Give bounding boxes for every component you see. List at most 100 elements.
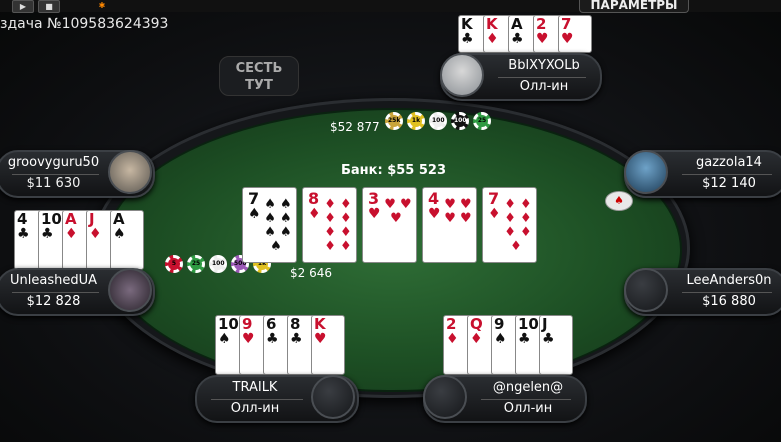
card-pips: ♠ ♠ ♠ ♠ ♠ ♠ ♠ (264, 197, 292, 254)
card-rank: 10 (218, 315, 239, 333)
card-rank: K (486, 15, 498, 33)
hand-id: здача №109583624393 (0, 16, 169, 32)
avatar-empty (311, 375, 355, 419)
card-rank: 10 (518, 315, 539, 333)
card-suit: ♥ (428, 206, 441, 222)
player-name: gazzola14 (696, 155, 762, 170)
avatar-emblem (108, 268, 152, 312)
player-stack: $12 828 (26, 294, 81, 309)
card-rank: 2 (536, 15, 547, 33)
hole-card: K ♥ (311, 315, 345, 375)
player-name: UnleashedUA (9, 273, 97, 288)
pot-label: Банк: $55 523 (341, 163, 447, 178)
player-stack: $11 630 (26, 176, 81, 191)
stop-icon[interactable]: ■ (38, 0, 60, 13)
hole-card: A ♠ (110, 210, 144, 270)
card-suit: ♣ (511, 31, 524, 47)
card-pips: ♥ ♥ ♥ ♥ (444, 197, 472, 226)
card-rank: J (89, 210, 95, 228)
card-suit: ♥ (561, 31, 574, 47)
card-suit: ♣ (17, 226, 30, 242)
card-suit: ♦ (488, 206, 501, 222)
card-suit: ♥ (242, 331, 255, 347)
card-rank: 4 (17, 210, 28, 228)
chip: 25 (473, 112, 491, 130)
card-suit: ♣ (290, 331, 303, 347)
card-rank: 8 (308, 189, 320, 208)
pod-divider (12, 174, 99, 175)
card-pips: ♦ ♦ ♦ ♦ ♦ ♦ ♦ ♦ (324, 197, 352, 254)
avatar-landscape (624, 150, 668, 194)
board-card: 8 ♦ ♦ ♦ ♦ ♦ ♦ ♦ ♦ ♦ (302, 187, 357, 263)
board-card: 4 ♥ ♥ ♥ ♥ ♥ (422, 187, 477, 263)
card-rank: J (542, 315, 548, 333)
pod-divider (682, 292, 772, 293)
card-rank: 10 (41, 210, 62, 228)
card-suit: ♥ (536, 31, 549, 47)
card-rank: 9 (494, 315, 505, 333)
chip: 25k (385, 112, 403, 130)
board-cards: 7 ♠ ♠ ♠ ♠ ♠ ♠ ♠ ♠ 8 ♦ ♦ ♦ ♦ ♦ ♦ ♦ ♦ ♦ 3 ♥ ♥ ♥ … (242, 187, 542, 263)
card-suit: ♥ (314, 331, 327, 347)
hole-card: J ♣ (539, 315, 573, 375)
avatar-photo (108, 150, 152, 194)
sit-here-line1: СЕСТЬ (235, 61, 283, 76)
player-name: TRAILK (232, 380, 278, 395)
card-suit: ♠ (113, 226, 126, 242)
board-card: 3 ♥ ♥ ♥ ♥ (362, 187, 417, 263)
player-status: Олл-ин (230, 401, 280, 416)
board-card: 7 ♠ ♠ ♠ ♠ ♠ ♠ ♠ ♠ (242, 187, 297, 263)
chip: 25 (187, 255, 205, 273)
sit-here-line2: ТУТ (245, 78, 273, 93)
card-suit: ♣ (41, 226, 54, 242)
chip: 100 (209, 255, 227, 273)
avatar-empty (423, 375, 467, 419)
player-name: LeeAnders0n (686, 273, 772, 288)
card-rank: 9 (242, 315, 253, 333)
card-suit: ♦ (89, 226, 102, 242)
gear-icon[interactable]: ✱ (92, 0, 112, 11)
bet-amount-top: $52 877 (330, 120, 380, 134)
player-name: BblXYXOLb (508, 58, 580, 73)
play-icon[interactable]: ▶ (12, 0, 34, 13)
player-stack: $16 880 (702, 294, 756, 309)
card-suit: ♦ (486, 31, 499, 47)
card-rank: K (461, 15, 473, 33)
card-rank: A (113, 210, 125, 228)
chip: 1k (407, 112, 425, 130)
card-suit: ♠ (494, 331, 507, 347)
card-rank: 7 (248, 189, 260, 208)
board-card: 7 ♦ ♦ ♦ ♦ ♦ ♦ ♦ ♦ (482, 187, 537, 263)
card-pips: ♥ ♥ ♥ (384, 197, 412, 226)
player-name: groovyguru50 (7, 155, 100, 170)
card-rank: Q (470, 315, 483, 333)
card-rank: 6 (266, 315, 277, 333)
card-suit: ♣ (266, 331, 279, 347)
pod-divider (682, 174, 772, 175)
card-rank: 7 (561, 15, 572, 33)
card-rank: A (65, 210, 77, 228)
pod-divider (12, 292, 99, 293)
pod-divider (481, 399, 571, 400)
player-stack: $12 140 (702, 176, 756, 191)
card-suit: ♣ (518, 331, 531, 347)
card-suit: ♠ (248, 206, 261, 222)
card-suit: ♠ (218, 331, 231, 347)
card-suit: ♦ (65, 226, 78, 242)
pod-divider (211, 399, 303, 400)
card-rank: 8 (290, 315, 301, 333)
pod-divider (498, 77, 586, 78)
chip: 100 (451, 112, 469, 130)
avatar-empty (624, 268, 668, 312)
params-button[interactable]: ПАРАМЕТРЫ (579, 0, 689, 13)
bet-amount-left: $2 646 (290, 266, 332, 280)
chip: 5 (165, 255, 183, 273)
player-status: Олл-ин (519, 79, 569, 94)
card-rank: 7 (488, 189, 500, 208)
card-rank: 2 (446, 315, 457, 333)
player-name: @ngelen@ (492, 380, 564, 395)
sit-here-button[interactable]: СЕСТЬ ТУТ (219, 56, 299, 96)
avatar-robot (440, 53, 484, 97)
hole-card: 7 ♥ (558, 15, 592, 53)
dealer-button: ♠ (605, 191, 633, 211)
